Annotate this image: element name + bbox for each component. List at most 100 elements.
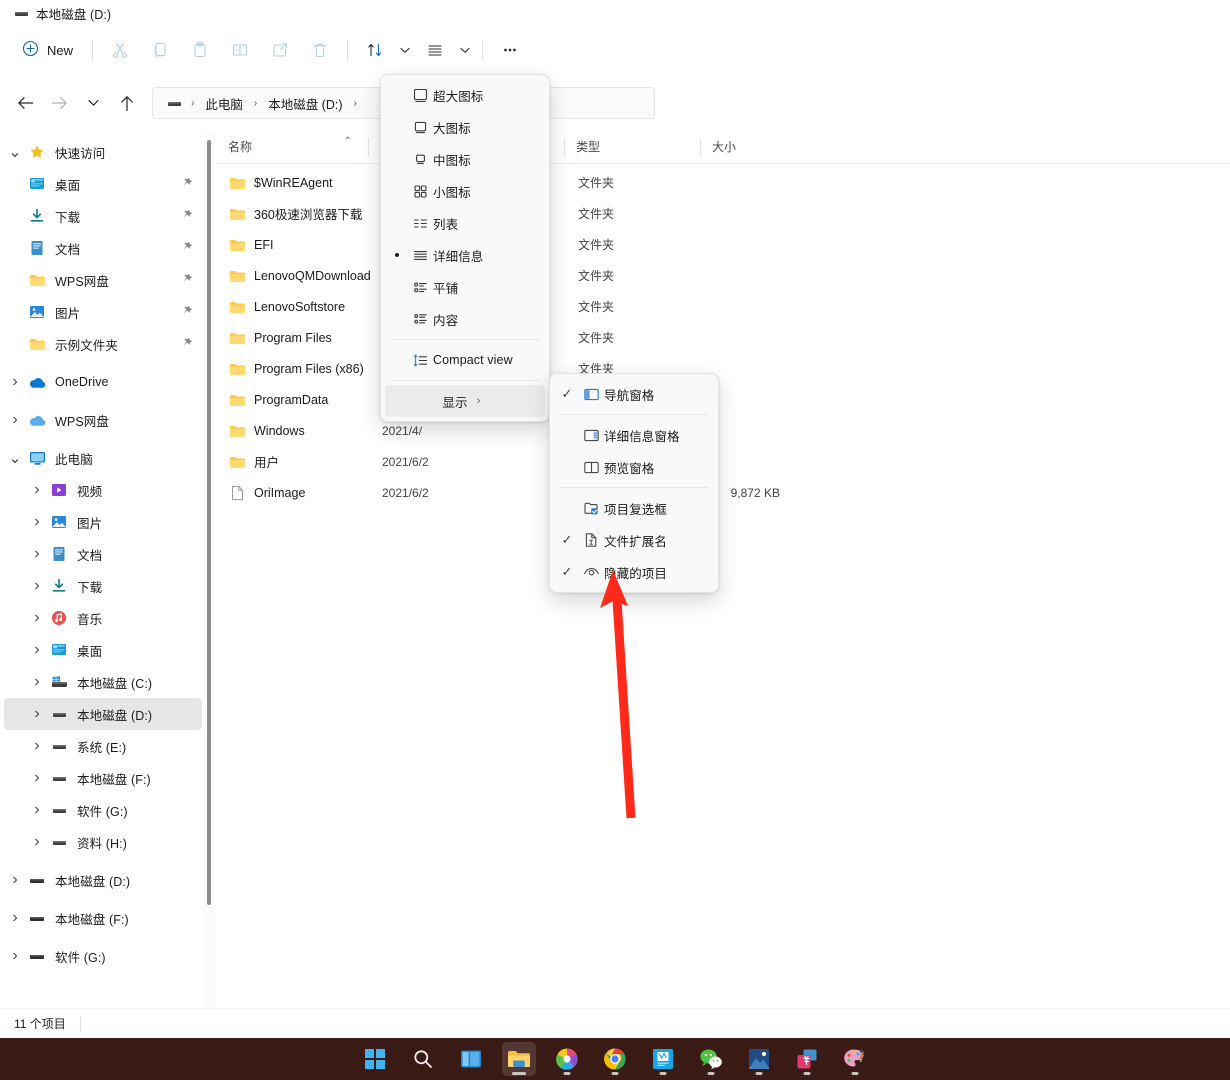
menu-item-extra-large-icons[interactable]: 超大图标 (385, 79, 545, 111)
menu-item-navigation-pane[interactable]: ✓ 导航窗格 (554, 378, 714, 410)
column-header-name[interactable]: 名称 ⌃ (216, 130, 368, 164)
sidebar-item-pictures-qa[interactable]: 图片 (4, 296, 202, 328)
pin-icon[interactable] (180, 336, 194, 350)
rename-button[interactable] (220, 34, 260, 66)
sidebar-item-pictures[interactable]: › 图片 (4, 506, 202, 538)
table-row[interactable]: LenovoQMDownload 6 19:40 文件夹 (218, 260, 1228, 291)
sidebar-item-desktop-qa[interactable]: 桌面 (4, 168, 202, 200)
sidebar-item-drive-e[interactable]: › 系统 (E:) (4, 730, 202, 762)
more-options-button[interactable] (490, 34, 530, 66)
chevron-right-icon[interactable]: › (4, 366, 26, 398)
menu-item-large-icons[interactable]: 大图标 (385, 111, 545, 143)
taskbar-360-browser-button[interactable] (550, 1042, 584, 1076)
sidebar-item-downloads[interactable]: › 下载 (4, 570, 202, 602)
back-button[interactable] (10, 88, 40, 118)
menu-item-file-extensions[interactable]: ✓ 文件扩展名 (554, 524, 714, 556)
sidebar-item-documents[interactable]: › 文档 (4, 538, 202, 570)
chevron-right-icon[interactable]: › (26, 506, 48, 538)
taskbar-paint-button[interactable] (838, 1042, 872, 1076)
sidebar-item-drive-c[interactable]: › 本地磁盘 (C:) (4, 666, 202, 698)
chevron-right-icon[interactable]: › (26, 666, 48, 698)
chevron-right-icon[interactable]: › (26, 474, 48, 506)
chevron-right-icon[interactable]: › (26, 570, 48, 602)
chevron-right-icon[interactable]: › (26, 762, 48, 794)
menu-item-small-icons[interactable]: 小图标 (385, 175, 545, 207)
menu-item-hidden-items[interactable]: ✓ 隐藏的项目 (554, 556, 714, 588)
sidebar-item-sample-folder-qa[interactable]: 示例文件夹 (4, 328, 202, 360)
chevron-right-icon[interactable]: › (4, 902, 26, 934)
new-button[interactable]: New (14, 35, 85, 65)
cut-button[interactable] (100, 34, 140, 66)
sidebar-item-documents-qa[interactable]: 文档 (4, 232, 202, 264)
chevron-right-icon[interactable]: › (4, 940, 26, 972)
chevron-right-icon[interactable]: › (26, 730, 48, 762)
recent-locations-button[interactable] (78, 88, 108, 118)
pin-icon[interactable] (180, 176, 194, 190)
taskbar-task-view-button[interactable] (454, 1042, 488, 1076)
taskbar-search-button[interactable] (406, 1042, 440, 1076)
chevron-right-icon[interactable]: › (26, 698, 48, 730)
sidebar-group-this-pc[interactable]: ⌄ 此电脑 (4, 442, 202, 474)
taskbar-wps-office-button[interactable] (646, 1042, 680, 1076)
chevron-right-icon[interactable]: › (26, 602, 48, 634)
sidebar-item-network-drive-d[interactable]: › 本地磁盘 (D:) (4, 864, 202, 896)
sidebar-item-drive-h[interactable]: › 资料 (H:) (4, 826, 202, 858)
menu-item-tiles[interactable]: 平铺 (385, 271, 545, 303)
chevron-right-icon[interactable]: › (26, 538, 48, 570)
chevron-right-icon[interactable]: › (26, 634, 48, 666)
table-row[interactable]: LenovoSoftstore 6 23:31 文件夹 (218, 291, 1228, 322)
forward-button[interactable] (44, 88, 74, 118)
navigation-scrollbar-thumb[interactable] (207, 140, 211, 905)
up-button[interactable] (112, 88, 142, 118)
table-row[interactable]: OriImage 2021/6/2 9,872 KB (218, 477, 1228, 508)
sidebar-item-drive-g[interactable]: › 软件 (G:) (4, 794, 202, 826)
pin-icon[interactable] (180, 304, 194, 318)
sidebar-item-drive-d[interactable]: › 本地磁盘 (D:) (4, 698, 202, 730)
table-row[interactable]: Program Files (x86) 6 15:00 文件夹 (218, 353, 1228, 384)
sidebar-item-network-drive-g[interactable]: › 软件 (G:) (4, 940, 202, 972)
pin-icon[interactable] (180, 208, 194, 222)
table-row[interactable]: Windows 2021/4/ (218, 415, 1228, 446)
table-row[interactable]: Program Files 2:41 文件夹 (218, 322, 1228, 353)
taskbar-start-button[interactable] (358, 1042, 392, 1076)
chevron-right-icon[interactable]: › (26, 826, 48, 858)
taskbar-alipay-button[interactable] (790, 1042, 824, 1076)
sidebar-group-quick-access[interactable]: ⌄ 快速访问 (4, 136, 202, 168)
pin-icon[interactable] (180, 272, 194, 286)
breadcrumb-item-0[interactable]: 此电脑 (199, 91, 249, 116)
table-row[interactable]: ProgramData (218, 384, 1228, 415)
menu-item-preview-pane[interactable]: 预览窗格 (554, 451, 714, 483)
menu-item-compact-view[interactable]: Compact view (385, 344, 545, 376)
sidebar-item-music[interactable]: › 音乐 (4, 602, 202, 634)
sidebar-item-drive-f[interactable]: › 本地磁盘 (F:) (4, 762, 202, 794)
sort-button[interactable] (355, 34, 415, 66)
pin-icon[interactable] (180, 240, 194, 254)
table-row[interactable]: EFI 6 17:18 文件夹 (218, 229, 1228, 260)
delete-button[interactable] (300, 34, 340, 66)
menu-item-details[interactable]: • 详细信息 (385, 239, 545, 271)
menu-item-medium-icons[interactable]: 中图标 (385, 143, 545, 175)
breadcrumb-separator-2[interactable]: › (351, 98, 360, 109)
menu-item-details-pane[interactable]: 详细信息窗格 (554, 419, 714, 451)
table-row[interactable]: 用户 2021/6/2 (218, 446, 1228, 477)
menu-item-content[interactable]: 内容 (385, 303, 545, 335)
column-header-type[interactable]: 类型 (564, 130, 700, 164)
chevron-down-icon[interactable]: ⌄ (4, 136, 26, 168)
chevron-right-icon[interactable]: › (4, 404, 26, 436)
share-button[interactable] (260, 34, 300, 66)
paste-button[interactable] (180, 34, 220, 66)
breadcrumb-item-1[interactable]: 本地磁盘 (D:) (262, 91, 348, 116)
table-row[interactable]: 360极速浏览器下载 3 17:26 文件夹 (218, 198, 1228, 229)
sidebar-item-downloads-qa[interactable]: 下载 (4, 200, 202, 232)
chevron-right-icon[interactable]: › (26, 794, 48, 826)
chevron-right-icon[interactable]: › (4, 864, 26, 896)
sidebar-item-onedrive[interactable]: › OneDrive (4, 366, 202, 398)
taskbar-wechat-button[interactable] (694, 1042, 728, 1076)
sidebar-item-desktop[interactable]: › 桌面 (4, 634, 202, 666)
table-row[interactable]: $WinREAgent 2:15 文件夹 (218, 167, 1228, 198)
column-header-size[interactable]: 大小 (700, 130, 784, 164)
menu-item-item-checkboxes[interactable]: 项目复选框 (554, 492, 714, 524)
view-button[interactable] (415, 34, 475, 66)
sidebar-item-wps-cloud[interactable]: › WPS网盘 (4, 404, 202, 436)
menu-item-list[interactable]: 列表 (385, 207, 545, 239)
